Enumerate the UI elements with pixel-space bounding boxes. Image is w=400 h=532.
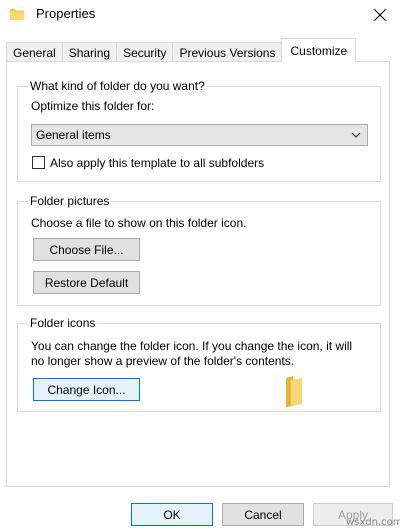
tab-strip: General Sharing Security Previous Versio… (6, 38, 357, 62)
watermark-text: wsxdn.com (346, 517, 400, 528)
close-icon (374, 9, 386, 21)
folder-icons-description-line2: no longer show a preview of the folder's… (31, 354, 295, 368)
folder-pictures-description: Choose a file to show on this folder ico… (31, 216, 247, 230)
folder-icon (10, 9, 24, 20)
restore-default-button[interactable]: Restore Default (33, 271, 140, 294)
optimize-dropdown[interactable]: General items (31, 124, 368, 146)
tab-customize[interactable]: Customize (281, 38, 357, 62)
folder-icons-description-line1: You can change the folder icon. If you c… (31, 339, 353, 353)
apply-subfolders-checkbox[interactable] (32, 156, 45, 169)
window-title: Properties (36, 6, 96, 21)
tab-previous-versions[interactable]: Previous Versions (172, 42, 283, 62)
optimize-label: Optimize this folder for: (31, 99, 155, 113)
ok-button[interactable]: OK (131, 503, 213, 526)
cancel-button[interactable]: Cancel (222, 503, 304, 526)
tab-general[interactable]: General (6, 42, 63, 62)
folder-kind-group-title: What kind of folder do you want? (28, 79, 207, 93)
apply-subfolders-label[interactable]: Also apply this template to all subfolde… (50, 156, 264, 170)
tab-sharing[interactable]: Sharing (61, 42, 118, 62)
title-bar: Properties (0, 0, 400, 32)
tab-security[interactable]: Security (116, 42, 174, 62)
optimize-dropdown-value: General items (36, 128, 111, 142)
chevron-down-icon (351, 132, 361, 138)
folder-icons-group-title: Folder icons (28, 316, 98, 330)
folder-preview-icon (286, 376, 302, 407)
close-button[interactable] (360, 0, 400, 30)
choose-file-button[interactable]: Choose File... (33, 238, 140, 261)
change-icon-button[interactable]: Change Icon... (33, 378, 140, 401)
folder-pictures-group-title: Folder pictures (28, 194, 112, 208)
